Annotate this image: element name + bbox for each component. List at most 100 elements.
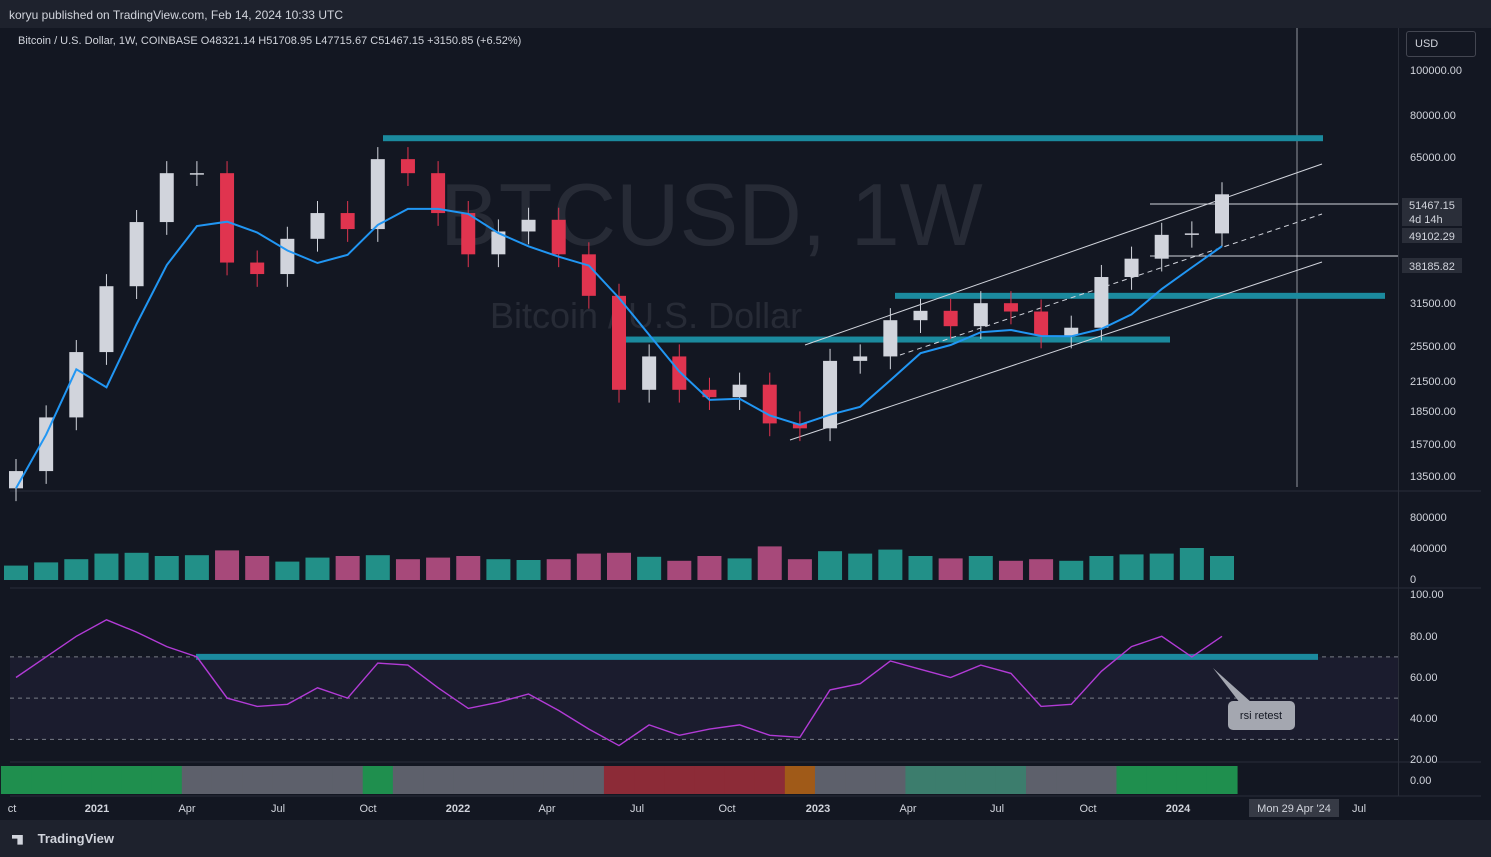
volume-bar[interactable]	[697, 556, 722, 580]
volume-bar[interactable]	[968, 556, 993, 580]
volume-bar[interactable]	[4, 565, 28, 580]
candle-body[interactable]	[310, 213, 325, 239]
footer-bar: TradingView	[0, 820, 1491, 857]
price-tick-label: 25500.00	[1410, 341, 1456, 353]
volume-bar[interactable]	[1149, 553, 1174, 580]
candle-body[interactable]	[853, 356, 868, 361]
candle-body[interactable]	[159, 173, 174, 223]
trend-strip-cell	[1026, 766, 1057, 794]
currency-selector[interactable]: USD	[1406, 31, 1476, 57]
volume-bar[interactable]	[94, 553, 119, 580]
volume-bar[interactable]	[275, 561, 300, 580]
volume-bar[interactable]	[878, 549, 903, 580]
volume-bar[interactable]	[1179, 548, 1204, 580]
candle-body[interactable]	[1154, 234, 1169, 259]
support-zone-31500[interactable]	[895, 292, 1385, 299]
volume-bar[interactable]	[365, 555, 390, 580]
candle-body[interactable]	[1003, 303, 1018, 312]
time-tick-label: 2023	[806, 803, 830, 815]
volume-bar[interactable]	[576, 553, 601, 580]
price-tick-label: 31500.00	[1410, 298, 1456, 310]
volume-bar[interactable]	[938, 558, 963, 580]
channel-lower-line[interactable]	[789, 261, 1323, 441]
time-tick-label: Apr	[178, 803, 195, 815]
rsi-tick-label: 80.00	[1410, 631, 1438, 643]
volume-bar[interactable]	[848, 553, 873, 580]
volume-bar[interactable]	[1119, 554, 1144, 580]
candle-body[interactable]	[973, 303, 988, 327]
volume-bar[interactable]	[727, 558, 752, 580]
symbol-legend[interactable]: Bitcoin / U.S. Dollar, 1W, COINBASE O483…	[18, 35, 521, 47]
volume-bar[interactable]	[34, 562, 59, 580]
candle-body[interactable]	[220, 173, 235, 263]
volume-bar[interactable]	[998, 560, 1023, 580]
candle-body[interactable]	[1034, 311, 1049, 336]
candle-body[interactable]	[642, 356, 657, 390]
candle-body[interactable]	[69, 352, 84, 418]
candle-body[interactable]	[1094, 277, 1109, 328]
candle-body[interactable]	[581, 254, 596, 296]
volume-bar[interactable]	[215, 550, 240, 580]
volume-bar[interactable]	[787, 559, 812, 580]
trend-strip-cell	[1056, 766, 1087, 794]
candle-body[interactable]	[612, 295, 626, 390]
candle-body[interactable]	[280, 238, 295, 275]
trend-strip-cell	[392, 766, 424, 794]
time-tick-label: Oct	[359, 803, 376, 815]
volume-bar[interactable]	[426, 557, 451, 580]
volume-bar[interactable]	[637, 556, 662, 580]
volume-bar[interactable]	[818, 551, 843, 580]
volume-bar[interactable]	[64, 559, 89, 580]
volume-bar[interactable]	[245, 556, 270, 580]
volume-pane[interactable]	[4, 546, 1234, 580]
volume-bar[interactable]	[1059, 560, 1084, 580]
volume-bar[interactable]	[154, 556, 179, 580]
volume-bar[interactable]	[546, 559, 571, 580]
volume-bar[interactable]	[456, 556, 481, 580]
volume-bar[interactable]	[607, 552, 631, 580]
volume-bar[interactable]	[305, 557, 330, 580]
rsi-pane[interactable]: rsi retest	[10, 619, 1398, 747]
volume-bar[interactable]	[1089, 556, 1114, 580]
volume-bar[interactable]	[1210, 556, 1234, 580]
candle-body[interactable]	[943, 310, 958, 327]
rsi-tick-label: 60.00	[1410, 672, 1438, 684]
crosshair-date-label: Mon 29 Apr '24	[1257, 803, 1331, 815]
volume-bar[interactable]	[1029, 559, 1054, 580]
candle-body[interactable]	[370, 159, 385, 230]
candle-body[interactable]	[461, 213, 476, 255]
time-tick-label: Jul	[630, 803, 644, 815]
volume-bar[interactable]	[757, 546, 782, 580]
volume-bar[interactable]	[908, 556, 933, 580]
volume-bar[interactable]	[335, 556, 360, 580]
candle-body[interactable]	[340, 213, 355, 230]
candle-body[interactable]	[1184, 233, 1199, 235]
candle-body[interactable]	[99, 286, 114, 353]
candle-body[interactable]	[732, 384, 747, 398]
time-tick-label: Jul	[1352, 803, 1366, 815]
resistance-zone[interactable]	[383, 135, 1323, 142]
candle-body[interactable]	[129, 222, 144, 287]
tradingview-logo[interactable]: TradingView	[12, 831, 114, 846]
rsi-support-zone[interactable]	[196, 653, 1318, 660]
candle-body[interactable]	[913, 310, 928, 321]
trend-strip-cell	[31, 766, 62, 794]
volume-bar[interactable]	[184, 555, 209, 580]
trend-strip-pane[interactable]	[0, 766, 1238, 794]
candle-body[interactable]	[250, 262, 265, 275]
candle-body[interactable]	[551, 219, 566, 255]
volume-bar[interactable]	[486, 559, 511, 580]
volume-bar[interactable]	[667, 560, 692, 580]
candle-body[interactable]	[672, 356, 687, 390]
volume-bar[interactable]	[516, 560, 541, 580]
candle-body[interactable]	[1215, 194, 1229, 234]
candle-body[interactable]	[1124, 258, 1139, 278]
volume-bar[interactable]	[395, 559, 420, 580]
candle-body[interactable]	[521, 219, 536, 232]
candle-body[interactable]	[400, 159, 415, 174]
candle-body[interactable]	[823, 360, 838, 429]
candle-body[interactable]	[883, 320, 898, 357]
volume-bar[interactable]	[124, 552, 149, 580]
candle-body[interactable]	[189, 173, 204, 175]
candle-body[interactable]	[431, 173, 446, 214]
